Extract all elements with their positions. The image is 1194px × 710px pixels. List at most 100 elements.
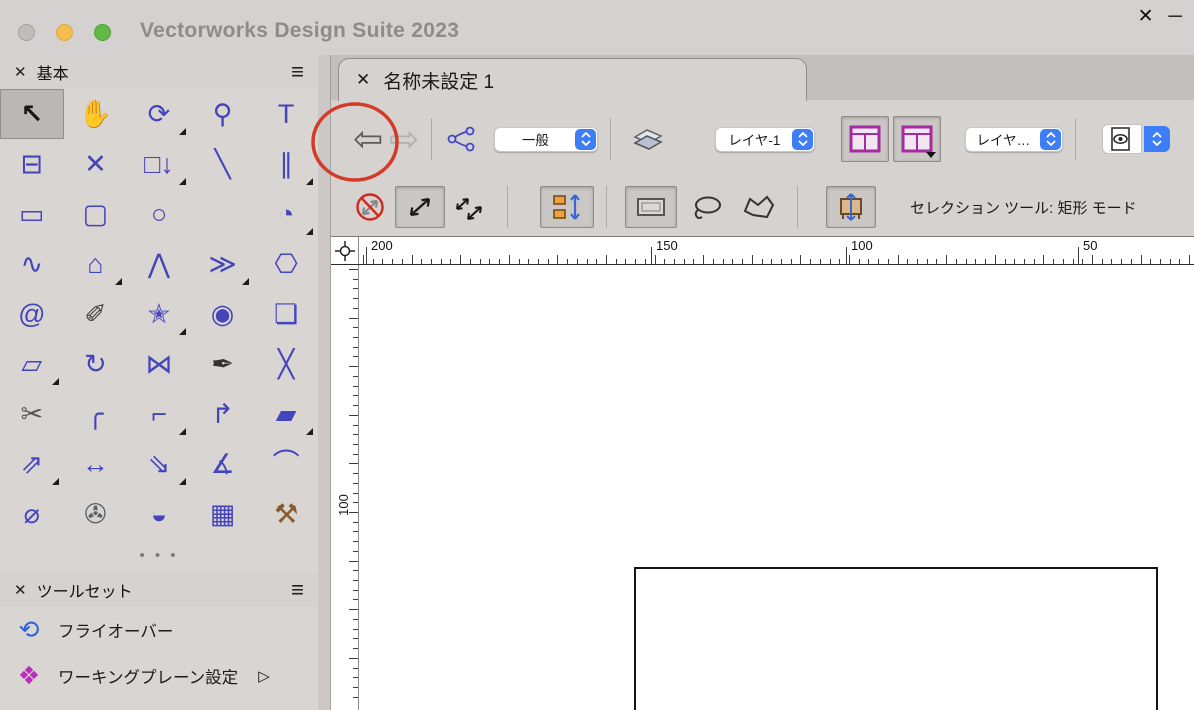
double-line-tool[interactable]: ∥ (254, 139, 318, 189)
tape-measure-tool[interactable]: ✇ (64, 489, 128, 539)
interactive-scaling-multiple-mode-button[interactable] (445, 186, 495, 228)
mirror-tool[interactable]: ⋈ (127, 339, 191, 389)
drawing-canvas[interactable] (359, 265, 1194, 710)
basic-palette-close-icon[interactable]: ✕ (14, 63, 27, 81)
visibility-button[interactable] (1102, 124, 1143, 154)
chamfer-tool[interactable]: ⌐ (127, 389, 191, 439)
callout-tool[interactable]: ⊟ (0, 139, 64, 189)
previous-viewport-button[interactable] (841, 116, 890, 162)
toolset-list: ⟲ フライオーバー ❖ ワーキングプレーン設定 ▷ (0, 607, 318, 699)
traffic-light-minimize[interactable] (56, 24, 73, 41)
knife-tool[interactable]: ✒ (191, 339, 255, 389)
saved-views-button[interactable] (444, 126, 480, 152)
ruler-tick (985, 259, 987, 264)
magic-wand-tool[interactable]: ✭ (127, 289, 191, 339)
offset-tool[interactable]: ↱ (191, 389, 255, 439)
line-tool[interactable]: ╲ (191, 139, 255, 189)
protractor-tool[interactable]: ◒ (127, 489, 191, 539)
regular-polygon-tool[interactable]: ⎔ (254, 239, 318, 289)
drawn-rectangle[interactable] (634, 567, 1158, 710)
scaling-arrow-icon (409, 197, 431, 217)
visibility-tool[interactable]: ◉ (191, 289, 255, 339)
view-bar: ⇦ ⇨ 一般 レイヤ-1 レイヤ… (331, 100, 1194, 178)
next-viewport-button[interactable] (893, 116, 942, 162)
document-tab[interactable]: ✕ 名称未設定 1 (338, 58, 807, 101)
forward-button[interactable]: ⇨ (389, 121, 419, 157)
resize-tool[interactable]: ⇗ (0, 439, 64, 489)
polyline-tool[interactable]: ⋀ (127, 239, 191, 289)
vertical-ruler[interactable]: 100 (331, 265, 359, 710)
lasso-marquee-mode-button[interactable] (681, 186, 733, 228)
cross-join-tool-icon: ╳ (278, 348, 295, 379)
basic-palette-menu-icon[interactable]: ≡ (291, 61, 304, 83)
window-minimize-icon[interactable]: ─ (1169, 5, 1182, 29)
oval-tool[interactable]: ○ (127, 189, 191, 239)
toolsets-palette-close-icon[interactable]: ✕ (14, 581, 27, 599)
lasso-icon (694, 196, 721, 219)
ruler-tick (353, 443, 358, 445)
eyedropper-tool[interactable]: ✐ (64, 289, 128, 339)
chevron-updown-icon[interactable] (1144, 126, 1171, 152)
arc-dimension-tool[interactable]: ⌒ (254, 439, 318, 489)
double-polygon-tool[interactable]: ≫ (191, 239, 255, 289)
cross-join-tool[interactable]: ╳ (254, 339, 318, 389)
arc-tool[interactable]: ◔ (254, 189, 318, 239)
selection-tool[interactable]: ↖ (0, 89, 64, 139)
freehand-tool[interactable]: ∿ (0, 239, 64, 289)
object-resize-mode-button[interactable] (826, 186, 876, 228)
class-dropdown[interactable]: レイヤ… (965, 126, 1064, 152)
plate-tool[interactable]: ▦ (191, 489, 255, 539)
flyover-tool[interactable]: ⟳ (127, 89, 191, 139)
viewport-window-icon (849, 125, 881, 153)
toolset-item-flyover[interactable]: ⟲ フライオーバー (0, 607, 318, 653)
traffic-light-close[interactable] (18, 24, 35, 41)
scaling-disabled-icon (356, 193, 384, 221)
layers-button[interactable] (629, 125, 667, 153)
view-dropdown[interactable]: 一般 (494, 126, 599, 152)
cross-tool[interactable]: ✕ (64, 139, 128, 189)
window-close-icon[interactable]: ✕ (1138, 5, 1154, 29)
interactive-scaling-single-mode-button[interactable] (395, 186, 445, 228)
ruler-origin[interactable] (331, 237, 359, 264)
palette-resize-handle[interactable]: • • • (0, 539, 318, 573)
constrained-dimension-tool[interactable]: ↔ (64, 439, 128, 489)
polygon-tool[interactable]: ⌂ (64, 239, 128, 289)
text-tool[interactable]: T (254, 89, 318, 139)
pan-tool[interactable]: ✋ (64, 89, 128, 139)
rectangle-tool[interactable]: ▭ (0, 189, 64, 239)
rectangle-marquee-mode-button[interactable] (625, 186, 677, 228)
toolsets-palette-menu-icon[interactable]: ≡ (291, 579, 304, 601)
traffic-light-zoom[interactable] (94, 24, 111, 41)
fillet-tool[interactable]: ╭ (64, 389, 128, 439)
toolset-item-working-plane[interactable]: ❖ ワーキングプレーン設定 ▷ (0, 653, 318, 699)
interactive-scaling-disabled-mode-button[interactable] (345, 186, 395, 228)
ruler-tick (349, 560, 358, 562)
extrude-tool[interactable]: □↓ (127, 139, 191, 189)
spiral-tool[interactable]: @ (0, 289, 64, 339)
diameter-dimension-tool[interactable]: ⌀ (0, 489, 64, 539)
layer-dropdown[interactable]: レイヤ-1 (715, 126, 816, 152)
unconstrained-dimension-tool[interactable]: ⇘ (127, 439, 191, 489)
tab-close-icon[interactable]: ✕ (356, 70, 370, 90)
select-similar-tool[interactable]: ❏ (254, 289, 318, 339)
zoom-tool-icon: ⚲ (212, 98, 233, 129)
expander-triangle-icon[interactable]: ▷ (258, 667, 270, 685)
fixed-point-resize-mode-button[interactable] (540, 186, 594, 228)
hammer-tool[interactable]: ⚒ (254, 489, 318, 539)
angular-dimension-tool[interactable]: ∡ (191, 439, 255, 489)
polygon-marquee-mode-button[interactable] (733, 186, 785, 228)
flyout-indicator (178, 328, 186, 335)
trim-tool[interactable]: ✂ (0, 389, 64, 439)
ruler-tick (693, 259, 695, 264)
ruler-tick (654, 255, 656, 264)
rounded-rectangle-tool[interactable]: ▢ (64, 189, 128, 239)
zoom-tool[interactable]: ⚲ (191, 89, 255, 139)
ruler-tick (353, 473, 358, 475)
back-button[interactable]: ⇦ (353, 121, 383, 157)
visibility-dropdown[interactable] (1102, 124, 1171, 154)
reshape-tool[interactable]: ▱ (0, 339, 64, 389)
horizontal-ruler[interactable]: 200 150 100 50 (359, 237, 1194, 264)
cross-tool-icon: ✕ (84, 148, 107, 179)
eraser-tool[interactable]: ▰ (254, 389, 318, 439)
rotate-tool[interactable]: ↻ (64, 339, 128, 389)
